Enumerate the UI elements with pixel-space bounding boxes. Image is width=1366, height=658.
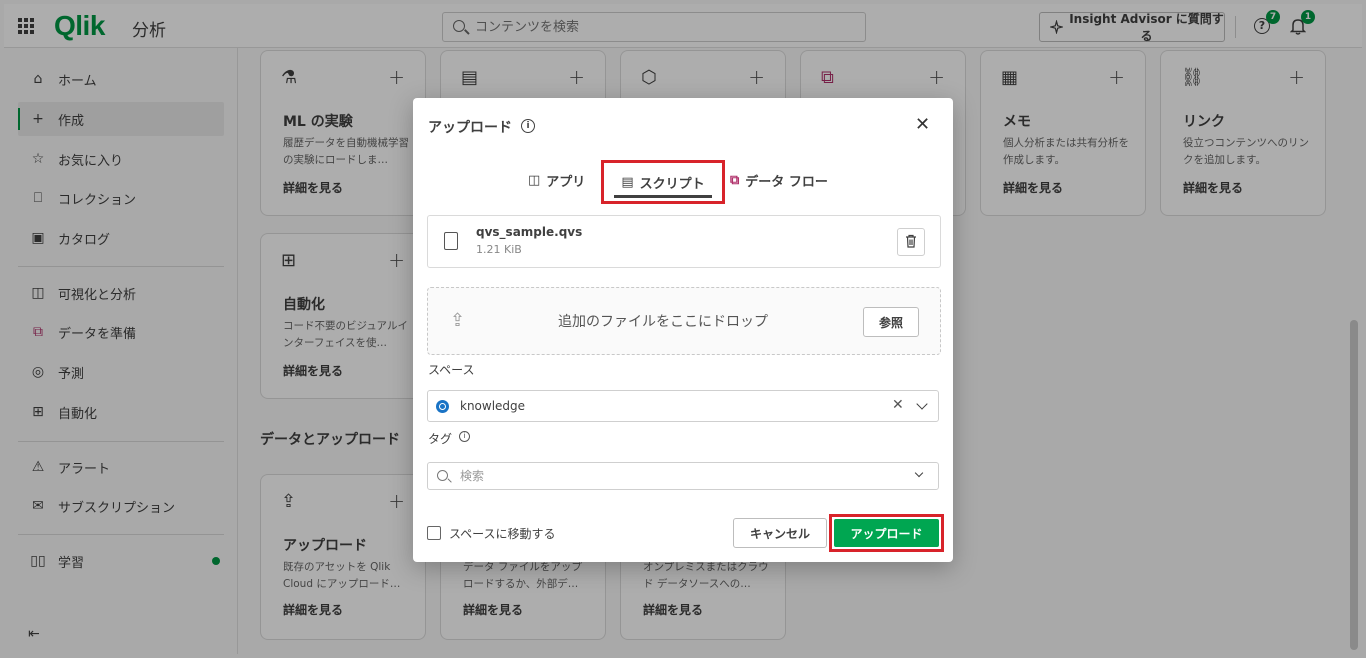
clear-icon[interactable]: ✕ [892, 397, 904, 413]
chevron-down-icon[interactable] [914, 468, 924, 478]
upload-dialog: アップロード i ✕ ◫ アプリ ▤ スクリプト ⧉ データ フロー qvs_s… [413, 98, 953, 562]
upload-button[interactable]: アップロード [834, 519, 939, 547]
chevron-down-icon[interactable] [916, 398, 928, 410]
info-icon[interactable]: i [521, 119, 535, 133]
tab-script[interactable]: ▤ スクリプト [601, 160, 725, 204]
app-icon: ◫ [528, 172, 541, 188]
upload-button-highlight: アップロード [829, 514, 944, 552]
tab-label: データ フロー [745, 174, 828, 190]
page-scrollbar[interactable] [1350, 320, 1358, 650]
drop-zone-text: 追加のファイルをここにドロップ [558, 314, 768, 330]
uploaded-file-item: qvs_sample.qvs 1.21 KiB [427, 215, 941, 268]
tab-data-flow[interactable]: ⧉ データ フロー [730, 162, 828, 198]
tab-label: スクリプト [639, 176, 705, 192]
cancel-button[interactable]: キャンセル [733, 518, 827, 548]
move-to-space-label: スペースに移動する [449, 527, 556, 541]
script-icon: ▤ [621, 174, 634, 190]
tab-app[interactable]: ◫ アプリ [528, 162, 585, 198]
space-select[interactable]: knowledge ✕ [427, 390, 939, 422]
dialog-title: アップロード [428, 120, 512, 136]
info-icon[interactable]: i [459, 431, 470, 442]
space-value: knowledge [460, 399, 526, 413]
space-label: スペース [428, 363, 475, 377]
tag-search-input[interactable] [460, 467, 880, 485]
delete-file-button[interactable] [897, 228, 925, 256]
tab-label: アプリ [546, 174, 586, 190]
move-to-space-checkbox[interactable] [427, 526, 441, 540]
browse-button[interactable]: 参照 [863, 307, 919, 337]
data-flow-icon: ⧉ [730, 172, 740, 188]
upload-icon: ⇪ [450, 310, 466, 331]
tag-search[interactable] [427, 462, 939, 490]
file-icon [444, 232, 458, 250]
search-icon [437, 470, 448, 481]
file-drop-zone[interactable]: ⇪ 追加のファイルをここにドロップ 参照 [427, 287, 941, 355]
trash-icon [906, 234, 916, 248]
space-icon [436, 400, 449, 413]
file-size: 1.21 KiB [476, 243, 522, 256]
tag-label: タグ [428, 432, 453, 446]
file-name: qvs_sample.qvs [476, 225, 583, 239]
close-icon[interactable]: ✕ [915, 114, 930, 135]
active-tab-indicator [614, 195, 712, 198]
